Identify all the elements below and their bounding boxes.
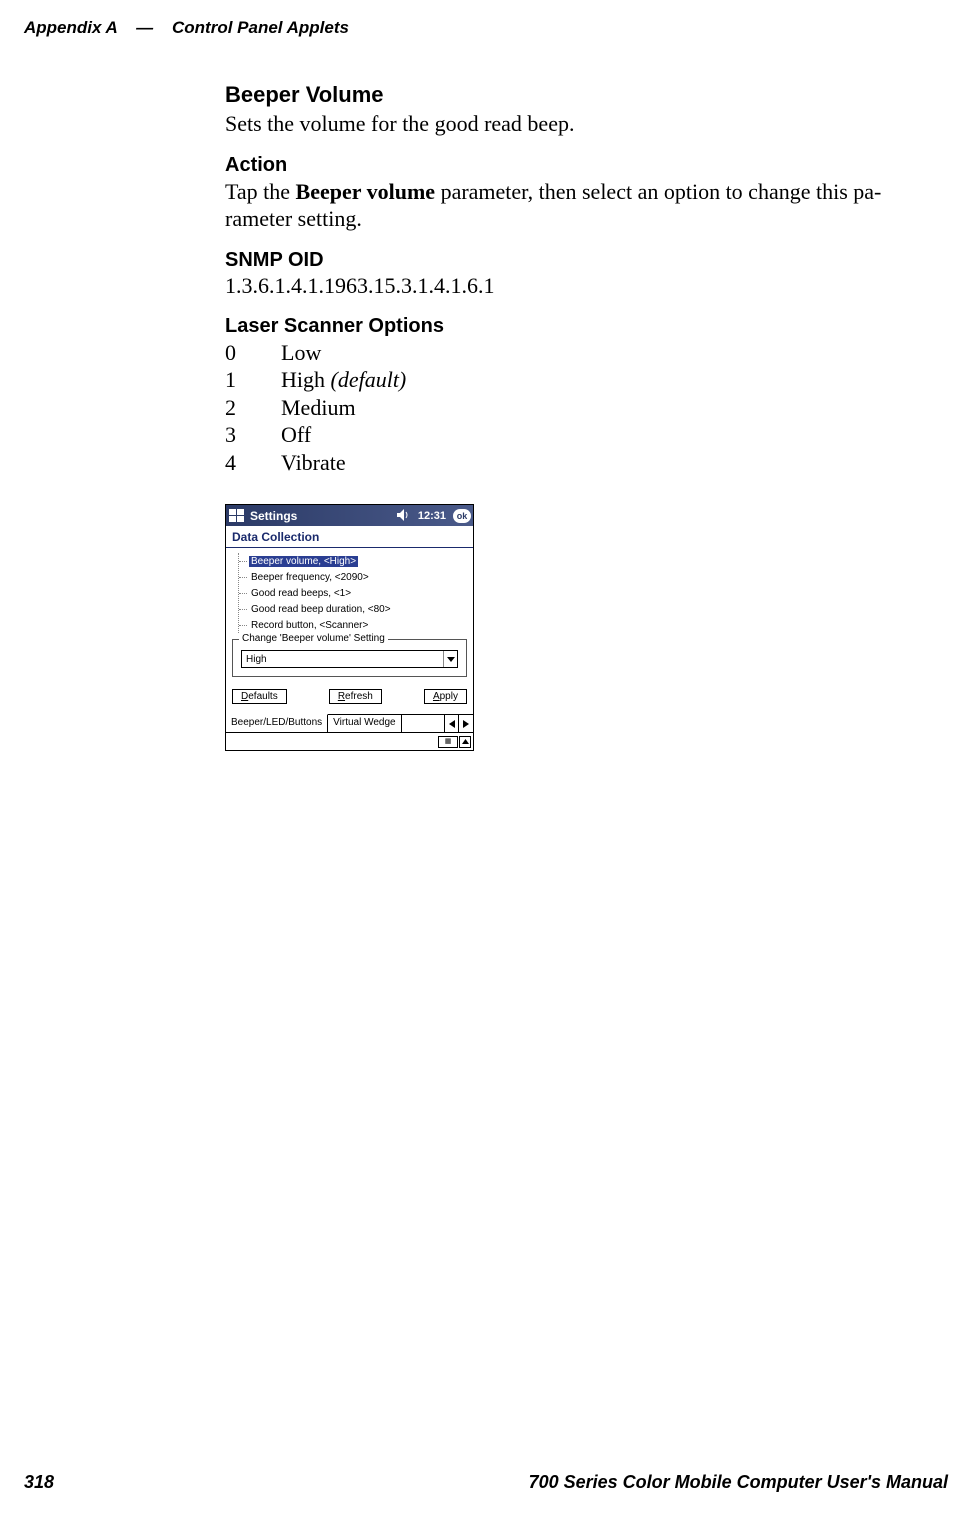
tabs-row: Beeper/LED/Buttons Virtual Wedge [226, 714, 473, 732]
tab-beeper-led-buttons[interactable]: Beeper/LED/Buttons [226, 714, 328, 732]
option-num: 4 [225, 449, 281, 477]
options-heading: Laser Scanner Options [225, 315, 915, 338]
option-row: 2 Medium [225, 394, 915, 422]
option-num: 1 [225, 366, 281, 394]
appendix-label: Appendix A [24, 18, 117, 37]
action-text: Tap the Beeper volume parameter, then se… [225, 178, 915, 233]
refresh-button[interactable]: Refresh [329, 689, 382, 704]
page-number: 318 [24, 1472, 54, 1493]
defaults-button[interactable]: Defaults [232, 689, 287, 704]
buttons-row: Defaults Refresh Apply [232, 689, 467, 704]
setting-dropdown[interactable]: High [241, 650, 458, 668]
pda-screenshot: Settings 12:31 ok Data Collection Beeper… [225, 504, 474, 751]
option-row: 4 Vibrate [225, 449, 915, 477]
dropdown-value: High [242, 654, 443, 665]
pda-body: Beeper volume, <High> Beeper frequency, … [226, 548, 473, 704]
action-pre: Tap the [225, 179, 296, 204]
action-heading: Action [225, 154, 915, 177]
options-list: 0 Low 1 High (default) 2 Medium 3 Off 4 … [225, 339, 915, 477]
beeper-volume-title: Beeper Volume [225, 82, 915, 108]
option-num: 3 [225, 421, 281, 449]
option-num: 0 [225, 339, 281, 367]
header-sep: — [136, 18, 153, 37]
option-label: Off [281, 421, 311, 449]
option-row: 0 Low [225, 339, 915, 367]
tree-item-beeper-frequency[interactable]: Beeper frequency, <2090> [239, 569, 467, 585]
tab-scroll [444, 715, 473, 732]
option-num: 2 [225, 394, 281, 422]
tab-arrow-right-icon[interactable] [459, 715, 473, 732]
ok-button[interactable]: ok [453, 509, 471, 523]
fieldset-legend: Change 'Beeper volume' Setting [239, 633, 388, 644]
pda-footer: ▦ [226, 732, 473, 750]
speaker-icon[interactable] [397, 509, 411, 523]
option-note: (default) [331, 367, 407, 392]
option-label: Vibrate [281, 449, 346, 477]
apply-button[interactable]: Apply [424, 689, 467, 704]
pda-title: Settings [250, 509, 393, 523]
tree-item-record-button[interactable]: Record button, <Scanner> [239, 617, 467, 633]
beeper-volume-text: Sets the volume for the good read beep. [225, 110, 915, 138]
sip-up-icon[interactable] [459, 736, 471, 748]
snmp-heading: SNMP OID [225, 249, 915, 272]
option-label: Low [281, 339, 321, 367]
windows-logo-icon[interactable] [228, 508, 246, 523]
chevron-down-icon[interactable] [443, 651, 457, 667]
pda-clock: 12:31 [418, 510, 446, 522]
page-footer: 318 700 Series Color Mobile Computer Use… [24, 1472, 948, 1493]
tab-arrow-left-icon[interactable] [445, 715, 459, 732]
tree-item-good-read-duration[interactable]: Good read beep duration, <80> [239, 601, 467, 617]
option-row: 1 High (default) [225, 366, 915, 394]
option-label: Medium [281, 394, 356, 422]
change-setting-fieldset: Change 'Beeper volume' Setting High [232, 639, 467, 677]
content-area: Beeper Volume Sets the volume for the go… [225, 82, 915, 751]
manual-title: 700 Series Color Mobile Computer User's … [529, 1472, 948, 1493]
snmp-value: 1.3.6.1.4.1.1963.15.3.1.4.1.6.1 [225, 273, 915, 299]
pda-subtitle: Data Collection [226, 526, 473, 548]
settings-tree: Beeper volume, <High> Beeper frequency, … [238, 553, 467, 633]
option-row: 3 Off [225, 421, 915, 449]
option-label: High (default) [281, 366, 406, 394]
tree-item-good-read-beeps[interactable]: Good read beeps, <1> [239, 585, 467, 601]
tree-item-beeper-volume[interactable]: Beeper volume, <High> [239, 553, 467, 569]
pda-titlebar: Settings 12:31 ok [226, 505, 473, 526]
tab-virtual-wedge[interactable]: Virtual Wedge [328, 715, 401, 732]
keyboard-icon[interactable]: ▦ [438, 736, 458, 748]
page-header: Appendix A — Control Panel Applets [24, 18, 948, 38]
action-bold: Beeper volume [296, 179, 436, 204]
chapter-label: Control Panel Applets [172, 18, 349, 37]
